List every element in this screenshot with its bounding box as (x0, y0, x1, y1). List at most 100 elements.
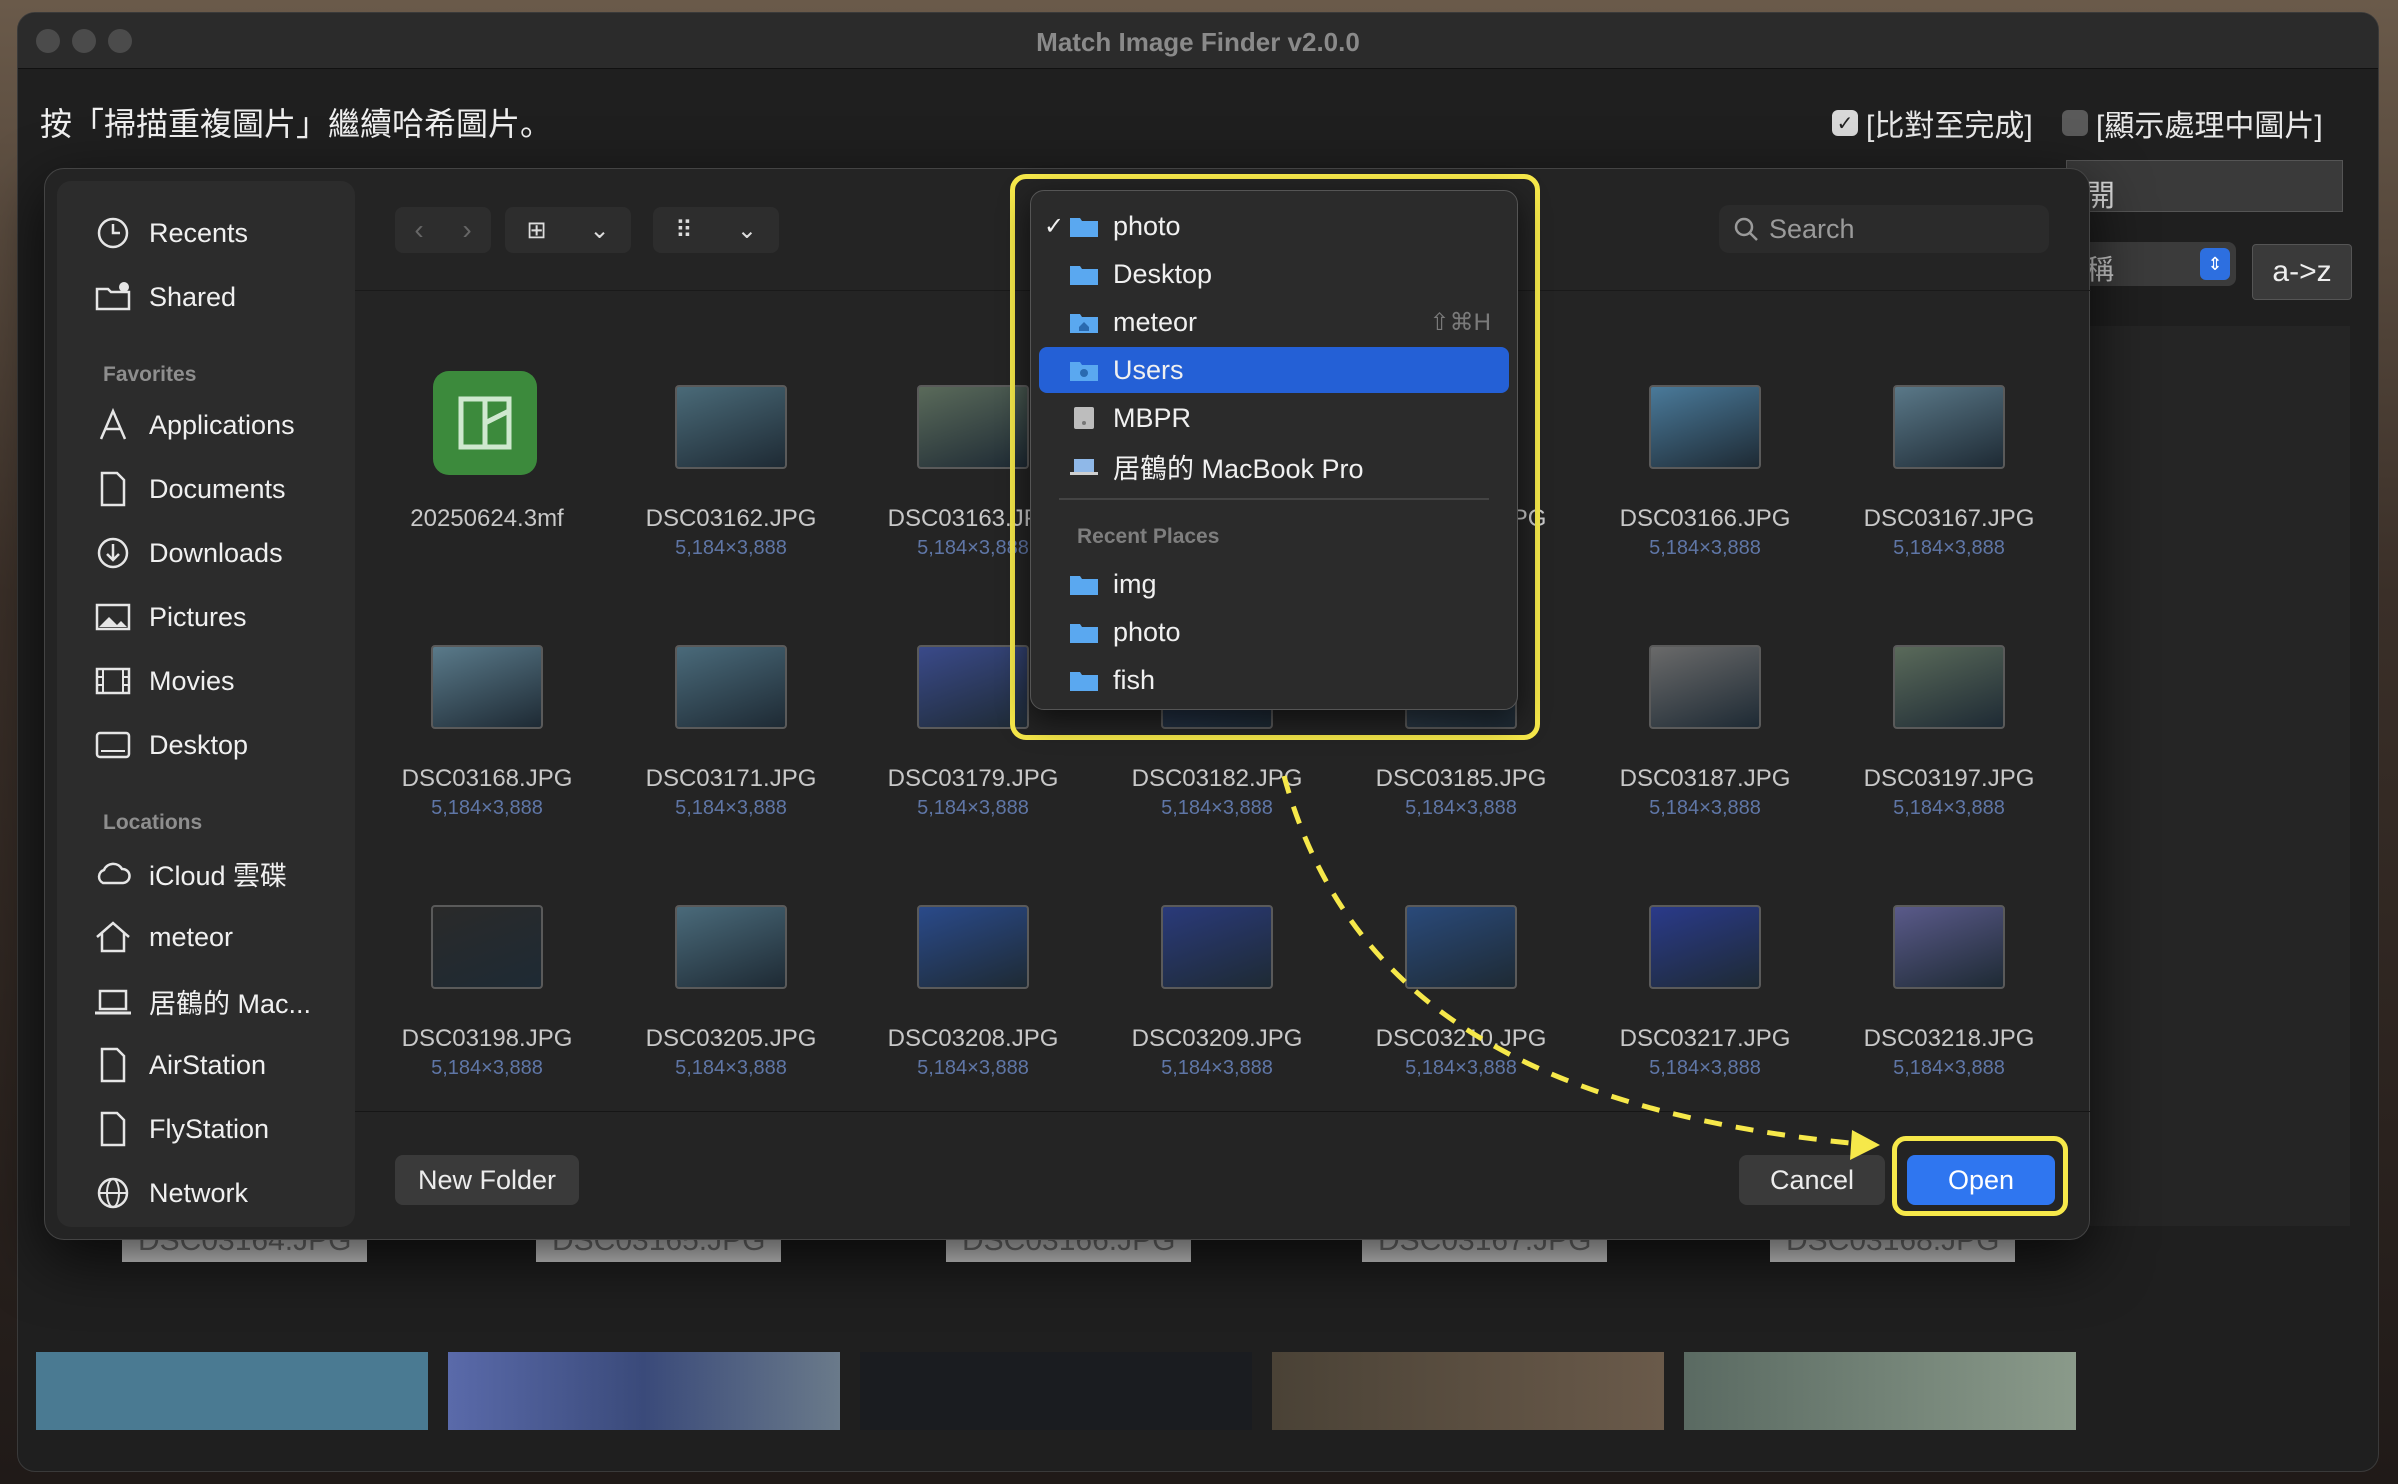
back-arrow-icon[interactable]: ‹ (414, 214, 423, 246)
model-file-icon (433, 371, 537, 475)
sidebar-item-label: Network (149, 1177, 249, 1208)
file-item[interactable]: DSC03166.JPG 5,184×3,888 (1595, 321, 1815, 561)
file-dimensions: 5,184×3,888 (1893, 797, 2005, 819)
image-thumbnail (1893, 385, 2005, 469)
menu-item-photo[interactable]: ✓ photo (1039, 203, 1509, 249)
forward-arrow-icon[interactable]: › (462, 214, 471, 246)
sidebar-item-desktop[interactable]: Desktop (93, 725, 248, 765)
menu-item-recent-img[interactable]: img (1039, 561, 1509, 607)
file-dimensions: 5,184×3,888 (917, 1057, 1029, 1079)
file-dimensions: 5,184×3,888 (1649, 1057, 1761, 1079)
sidebar-item-label: meteor (149, 921, 234, 952)
menu-item-recent-photo[interactable]: photo (1039, 609, 1509, 655)
menu-item-users[interactable]: Users (1039, 347, 1509, 393)
back-forward-buttons[interactable]: ‹ › (395, 207, 491, 253)
sidebar-item-shared[interactable]: Shared (93, 277, 236, 317)
file-name: DSC03171.JPG (645, 765, 817, 792)
file-dimensions: 5,184×3,888 (1161, 797, 1273, 819)
sidebar-item-movies[interactable]: Movies (93, 661, 235, 701)
image-thumbnail[interactable] (448, 1352, 840, 1430)
grid-view-icon: ⊞ (526, 216, 547, 244)
menu-item-label: Users (1113, 354, 1184, 385)
sidebar-item-macbook[interactable]: 居鶴的 Mac... (93, 981, 311, 1021)
menu-item-recent-fish[interactable]: fish (1039, 657, 1509, 703)
file-item[interactable]: DSC03168.JPG 5,184×3,888 (377, 581, 597, 821)
compare-until-done-option[interactable]: ✓ [比對至完成] (1832, 101, 2033, 145)
search-placeholder: Search (1769, 213, 1855, 244)
file-item[interactable]: DSC03210.JPG 5,184×3,888 (1351, 841, 1571, 1081)
menu-item-macbook[interactable]: 居鶴的 MacBook Pro (1039, 443, 1509, 489)
file-item[interactable]: DSC03218.JPG 5,184×3,888 (1839, 841, 2059, 1081)
file-item[interactable]: DSC03208.JPG 5,184×3,888 (863, 841, 1083, 1081)
shared-folder-icon (95, 282, 131, 311)
file-name: DSC03218.JPG (1863, 1025, 2035, 1052)
file-name: DSC03179.JPG (887, 765, 1059, 792)
file-dimensions: 5,184×3,888 (1405, 1057, 1517, 1079)
file-item[interactable]: DSC03167.JPG 5,184×3,888 (1839, 321, 2059, 561)
image-thumbnail[interactable] (1684, 1352, 2076, 1430)
title-bar: Match Image Finder v2.0.0 (18, 13, 2378, 69)
file-item[interactable]: DSC03197.JPG 5,184×3,888 (1839, 581, 2059, 821)
menu-item-label: Desktop (1113, 258, 1213, 289)
menu-item-label: fish (1113, 664, 1156, 695)
file-name: DSC03162.JPG (645, 505, 817, 532)
sidebar-item-flystation[interactable]: FlyStation (93, 1109, 269, 1149)
new-folder-button[interactable]: New Folder (395, 1155, 579, 1205)
folder-icon (1070, 218, 1098, 237)
show-processing-image-option[interactable]: [顯示處理中圖片] (2062, 101, 2323, 145)
sidebar-item-recents[interactable]: Recents (93, 213, 248, 253)
file-item[interactable]: 20250624.3mf (377, 321, 597, 561)
file-name: DSC03182.JPG (1131, 765, 1303, 792)
file-item[interactable]: DSC03198.JPG 5,184×3,888 (377, 841, 597, 1081)
file-dimensions: 5,184×3,888 (1649, 537, 1761, 559)
group-view-button[interactable]: ⠿ ⌄ (653, 207, 779, 253)
sidebar-item-documents[interactable]: Documents (93, 469, 286, 509)
sidebar-item-label: Recents (149, 217, 249, 248)
folder-icon (1070, 576, 1098, 595)
checkbox-checked-icon[interactable]: ✓ (1832, 110, 1858, 136)
image-thumbnail (1893, 645, 2005, 729)
checkbox-unchecked-icon[interactable] (2062, 110, 2088, 136)
sidebar-item-meteor[interactable]: meteor (93, 917, 233, 957)
preview-panel (2080, 326, 2350, 1226)
option-label: [顯示處理中圖片] (2096, 110, 2323, 143)
sidebar-item-label: Pictures (149, 601, 247, 632)
search-field[interactable]: Search (1719, 205, 2049, 253)
menu-item-desktop[interactable]: Desktop (1039, 251, 1509, 297)
menu-item-label: MBPR (1113, 402, 1192, 433)
sort-field-select[interactable]: 稱 ⇕ (2066, 242, 2236, 286)
chevron-updown-icon[interactable]: ⇕ (2200, 248, 2230, 280)
menu-item-mbpr[interactable]: MBPR (1039, 395, 1509, 441)
file-name: DSC03198.JPG (401, 1025, 573, 1052)
menu-item-meteor[interactable]: meteor ⇧⌘H (1039, 299, 1509, 345)
locations-heading: Locations (103, 811, 203, 834)
sidebar-item-icloud[interactable]: iCloud 雲碟 (93, 853, 287, 893)
sort-order-button[interactable]: a->z (2252, 244, 2352, 300)
file-item[interactable]: DSC03205.JPG 5,184×3,888 (621, 841, 841, 1081)
file-item[interactable]: DSC03217.JPG 5,184×3,888 (1595, 841, 1815, 1081)
sidebar-item-network[interactable]: Network (93, 1173, 248, 1213)
chevron-down-icon: ⌄ (589, 216, 610, 244)
cancel-button[interactable]: Cancel (1739, 1155, 1885, 1205)
sidebar-item-downloads[interactable]: Downloads (93, 533, 283, 573)
checkmark-icon: ✓ (1043, 212, 1065, 240)
file-item[interactable]: DSC03209.JPG 5,184×3,888 (1107, 841, 1327, 1081)
open-folder-button[interactable]: 開 (2066, 160, 2343, 213)
sidebar-item-pictures[interactable]: Pictures (93, 597, 247, 637)
image-thumbnail[interactable] (1272, 1352, 1664, 1430)
folder-icon (1070, 624, 1098, 643)
sidebar-item-label: Documents (149, 473, 286, 504)
image-thumbnail[interactable] (36, 1352, 428, 1430)
image-thumbnail (675, 385, 787, 469)
image-thumbnail[interactable] (860, 1352, 1252, 1430)
file-item[interactable]: DSC03187.JPG 5,184×3,888 (1595, 581, 1815, 821)
sidebar-item-label: AirStation (149, 1049, 267, 1080)
icon-view-button[interactable]: ⊞ ⌄ (505, 207, 631, 253)
file-item[interactable]: DSC03171.JPG 5,184×3,888 (621, 581, 841, 821)
file-name: DSC03185.JPG (1375, 765, 1547, 792)
location-popup-menu: ✓ photo Desktop meteor ⇧⌘H Users MBPR 居鶴… (1030, 190, 1518, 710)
folder-icon (1070, 266, 1098, 285)
sidebar-item-airstation[interactable]: AirStation (93, 1045, 266, 1085)
sidebar-item-applications[interactable]: Applications (93, 405, 295, 445)
file-item[interactable]: DSC03162.JPG 5,184×3,888 (621, 321, 841, 561)
